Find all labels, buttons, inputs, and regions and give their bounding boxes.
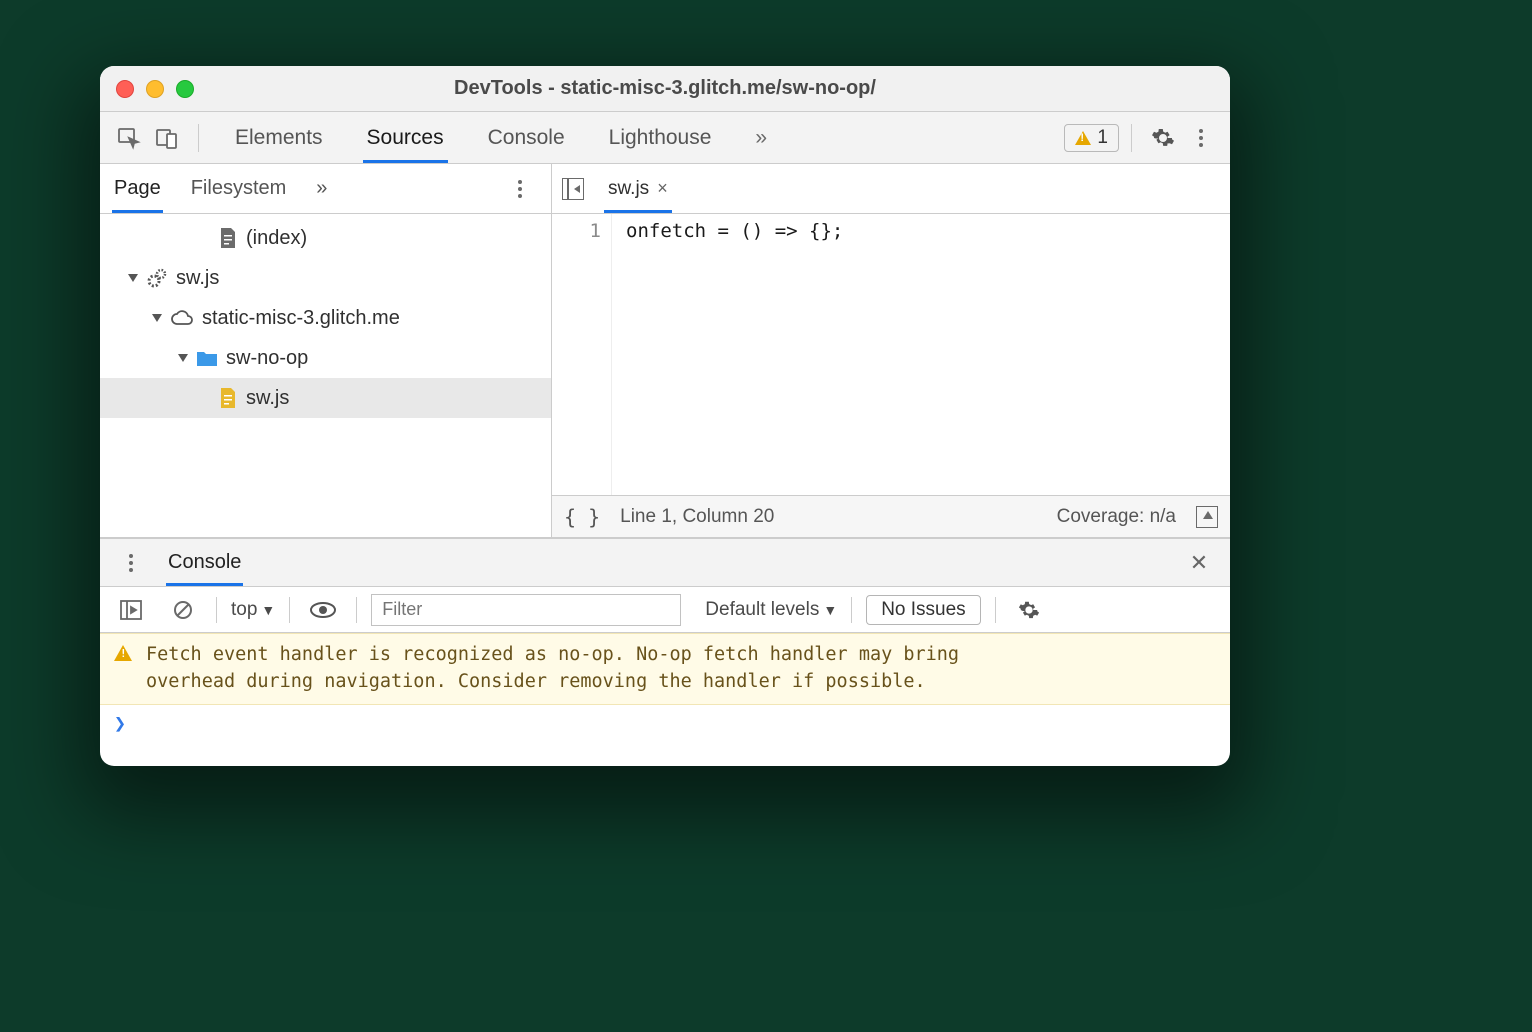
tree-file-sw[interactable]: sw.js bbox=[100, 378, 551, 418]
main-toolbar: Elements Sources Console Lighthouse » 1 bbox=[100, 112, 1230, 164]
nav-tab-page[interactable]: Page bbox=[112, 164, 163, 213]
close-drawer-icon[interactable]: ✕ bbox=[1186, 550, 1212, 576]
titlebar: DevTools - static-misc-3.glitch.me/sw-no… bbox=[100, 66, 1230, 112]
editor-statusbar: { } Line 1, Column 20 Coverage: n/a bbox=[552, 495, 1230, 537]
console-settings-gear-icon[interactable] bbox=[1016, 597, 1042, 623]
coverage-status: Coverage: n/a bbox=[1057, 506, 1176, 528]
separator bbox=[198, 124, 199, 152]
navigator-kebab-icon[interactable] bbox=[507, 176, 533, 202]
close-tab-icon[interactable]: × bbox=[657, 178, 668, 199]
navigator-tabs: Page Filesystem » bbox=[100, 164, 551, 214]
tab-console[interactable]: Console bbox=[484, 112, 569, 163]
nav-more-tabs-icon[interactable]: » bbox=[314, 164, 329, 213]
code-editor[interactable]: 1 onfetch = () => {}; bbox=[552, 214, 1230, 495]
disclosure-icon bbox=[178, 354, 188, 362]
window-title: DevTools - static-misc-3.glitch.me/sw-no… bbox=[100, 77, 1230, 100]
console-warning[interactable]: Fetch event handler is recognized as no-… bbox=[100, 633, 1230, 705]
nav-tab-filesystem[interactable]: Filesystem bbox=[189, 164, 289, 213]
tab-lighthouse[interactable]: Lighthouse bbox=[605, 112, 716, 163]
log-levels-selector[interactable]: Default levels ▼ bbox=[705, 599, 837, 621]
tree-label: sw.js bbox=[176, 267, 219, 290]
file-icon bbox=[218, 226, 238, 250]
tree-label: sw-no-op bbox=[226, 347, 308, 370]
sources-panel: Page Filesystem » (index) sw.js bbox=[100, 164, 1230, 538]
show-debugger-icon[interactable] bbox=[1196, 506, 1218, 528]
warning-triangle-icon bbox=[1075, 131, 1091, 145]
tab-sources[interactable]: Sources bbox=[363, 112, 448, 163]
filter-input[interactable] bbox=[371, 594, 681, 626]
clear-console-icon[interactable] bbox=[170, 597, 196, 623]
gears-icon bbox=[146, 267, 168, 289]
dropdown-icon: ▼ bbox=[823, 602, 837, 618]
prompt-chevron-icon: ❯ bbox=[114, 711, 126, 735]
separator bbox=[289, 597, 290, 623]
editor-pane: sw.js × 1 onfetch = () => {}; { } Line 1… bbox=[552, 164, 1230, 537]
dropdown-icon: ▼ bbox=[261, 602, 275, 618]
hide-navigator-icon[interactable] bbox=[562, 178, 584, 200]
tree-label: (index) bbox=[246, 227, 307, 250]
tree-label: static-misc-3.glitch.me bbox=[202, 307, 400, 330]
tree-domain[interactable]: static-misc-3.glitch.me bbox=[100, 298, 551, 338]
js-file-icon bbox=[218, 386, 238, 410]
cloud-icon bbox=[170, 308, 194, 328]
tree-service-worker[interactable]: sw.js bbox=[100, 258, 551, 298]
cursor-position: Line 1, Column 20 bbox=[620, 506, 774, 528]
file-tab-label: sw.js bbox=[608, 178, 649, 200]
separator bbox=[995, 597, 996, 623]
tree-index[interactable]: (index) bbox=[100, 218, 551, 258]
separator bbox=[1131, 124, 1132, 152]
tree-label: sw.js bbox=[246, 387, 289, 410]
warnings-badge[interactable]: 1 bbox=[1064, 124, 1119, 152]
live-expression-icon[interactable] bbox=[310, 597, 336, 623]
code-content: onfetch = () => {}; bbox=[612, 214, 843, 495]
drawer-tab-console[interactable]: Console bbox=[166, 539, 243, 586]
editor-tabs: sw.js × bbox=[552, 164, 1230, 214]
devtools-window: DevTools - static-misc-3.glitch.me/sw-no… bbox=[100, 66, 1230, 766]
separator bbox=[851, 597, 852, 623]
pretty-print-icon[interactable]: { } bbox=[564, 505, 600, 529]
console-drawer: Console ✕ top ▼ Default levels bbox=[100, 538, 1230, 766]
warning-text: Fetch event handler is recognized as no-… bbox=[146, 642, 1046, 696]
kebab-menu-icon[interactable] bbox=[1188, 125, 1214, 151]
file-tree: (index) sw.js static-misc-3.glitch.me sw… bbox=[100, 214, 551, 418]
line-gutter: 1 bbox=[552, 214, 612, 495]
panel-tabs: Elements Sources Console Lighthouse » bbox=[231, 112, 771, 163]
drawer-kebab-icon[interactable] bbox=[118, 550, 144, 576]
file-tab-sw[interactable]: sw.js × bbox=[604, 164, 672, 213]
warning-count: 1 bbox=[1097, 127, 1108, 149]
inspect-element-icon[interactable] bbox=[116, 125, 142, 151]
folder-icon bbox=[196, 349, 218, 367]
issues-button[interactable]: No Issues bbox=[866, 595, 980, 625]
disclosure-icon bbox=[152, 314, 162, 322]
console-prompt[interactable]: ❯ bbox=[100, 705, 1230, 741]
settings-gear-icon[interactable] bbox=[1150, 125, 1176, 151]
more-tabs-icon[interactable]: » bbox=[751, 112, 771, 163]
separator bbox=[216, 597, 217, 623]
device-toolbar-icon[interactable] bbox=[154, 125, 180, 151]
drawer-tabs: Console ✕ bbox=[100, 539, 1230, 587]
disclosure-icon bbox=[128, 274, 138, 282]
console-toolbar: top ▼ Default levels ▼ No Issues bbox=[100, 587, 1230, 633]
context-selector[interactable]: top ▼ bbox=[231, 599, 275, 621]
tab-elements[interactable]: Elements bbox=[231, 112, 327, 163]
separator bbox=[356, 597, 357, 623]
show-sidebar-icon[interactable] bbox=[118, 597, 144, 623]
tree-folder[interactable]: sw-no-op bbox=[100, 338, 551, 378]
warning-triangle-icon bbox=[114, 645, 132, 661]
navigator-pane: Page Filesystem » (index) sw.js bbox=[100, 164, 552, 537]
